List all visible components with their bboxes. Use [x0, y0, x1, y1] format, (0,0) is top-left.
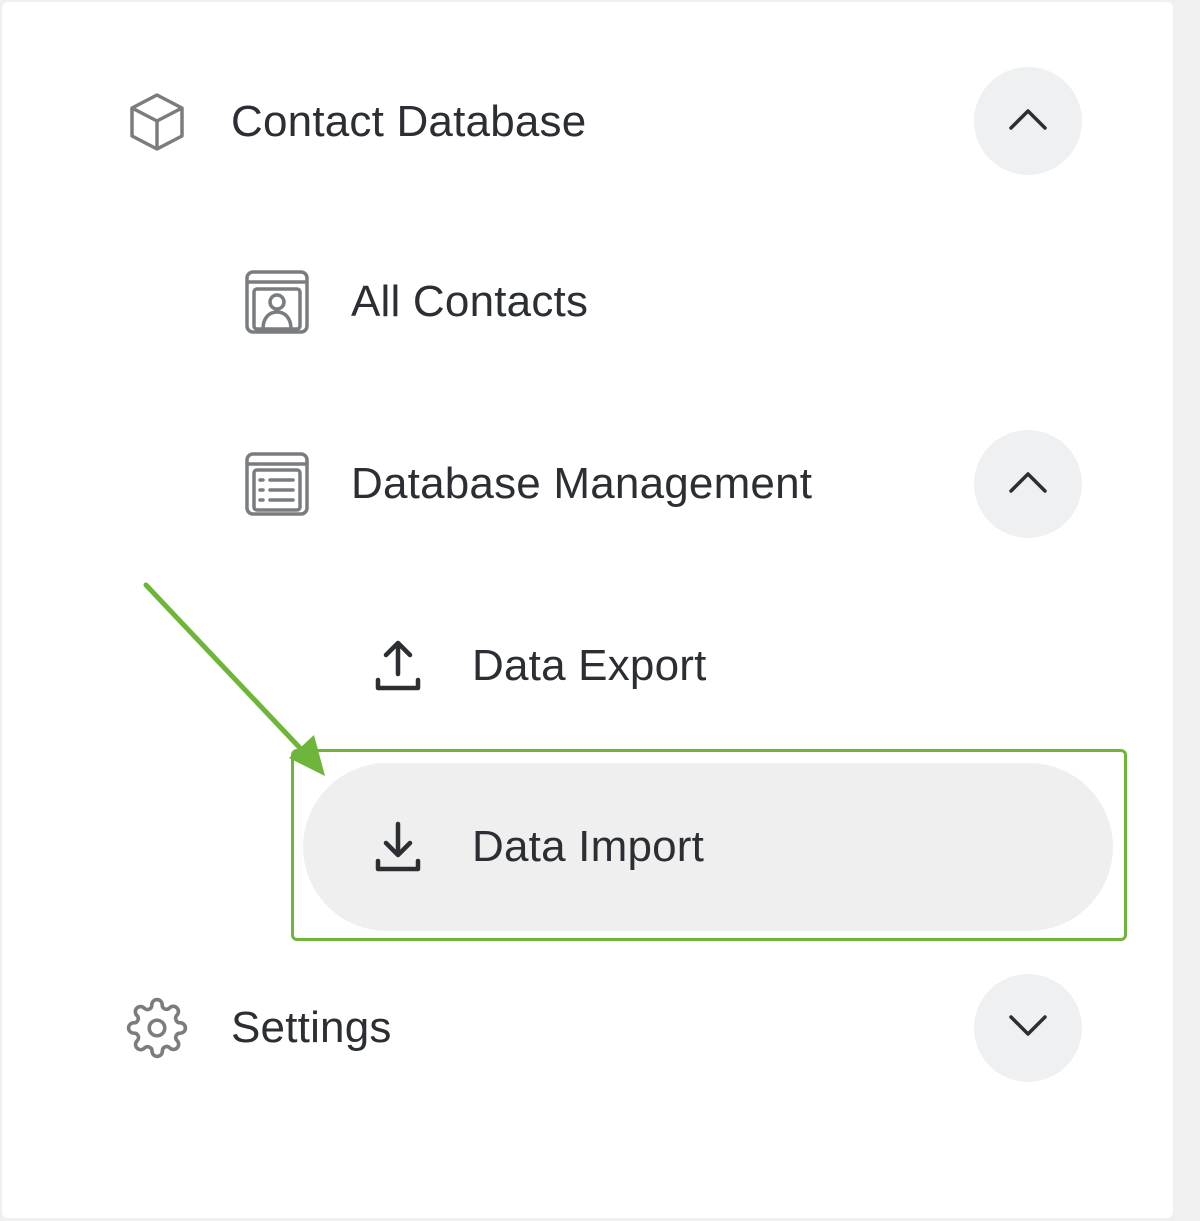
download-icon	[366, 815, 430, 879]
nav-item-data-export[interactable]: Data Export	[366, 634, 707, 698]
chevron-up-icon	[1008, 107, 1048, 136]
nav-label-all-contacts: All Contacts	[351, 277, 589, 326]
list-document-icon	[245, 452, 309, 516]
gear-icon	[125, 996, 189, 1060]
nav-item-settings[interactable]: Settings	[125, 996, 392, 1060]
contact-card-icon	[245, 270, 309, 334]
nav-label-data-import: Data Import	[472, 822, 705, 871]
nav-label-settings: Settings	[231, 1003, 392, 1052]
nav-item-data-import[interactable]: Data Import	[366, 815, 704, 879]
nav-item-all-contacts[interactable]: All Contacts	[245, 270, 588, 334]
chevron-up-icon	[1008, 470, 1048, 499]
cube-icon	[125, 90, 189, 154]
nav-label-database-management: Database Management	[351, 459, 813, 508]
contact-database-collapse-button[interactable]	[974, 67, 1082, 175]
nav-item-database-management[interactable]: Database Management	[245, 452, 812, 516]
nav-item-contact-database[interactable]: Contact Database	[125, 90, 586, 154]
settings-expand-button[interactable]	[974, 974, 1082, 1082]
chevron-down-icon	[1008, 1014, 1048, 1043]
database-management-collapse-button[interactable]	[974, 430, 1082, 538]
nav-label-contact-database: Contact Database	[231, 97, 587, 146]
upload-icon	[366, 634, 430, 698]
nav-label-data-export: Data Export	[472, 641, 707, 690]
